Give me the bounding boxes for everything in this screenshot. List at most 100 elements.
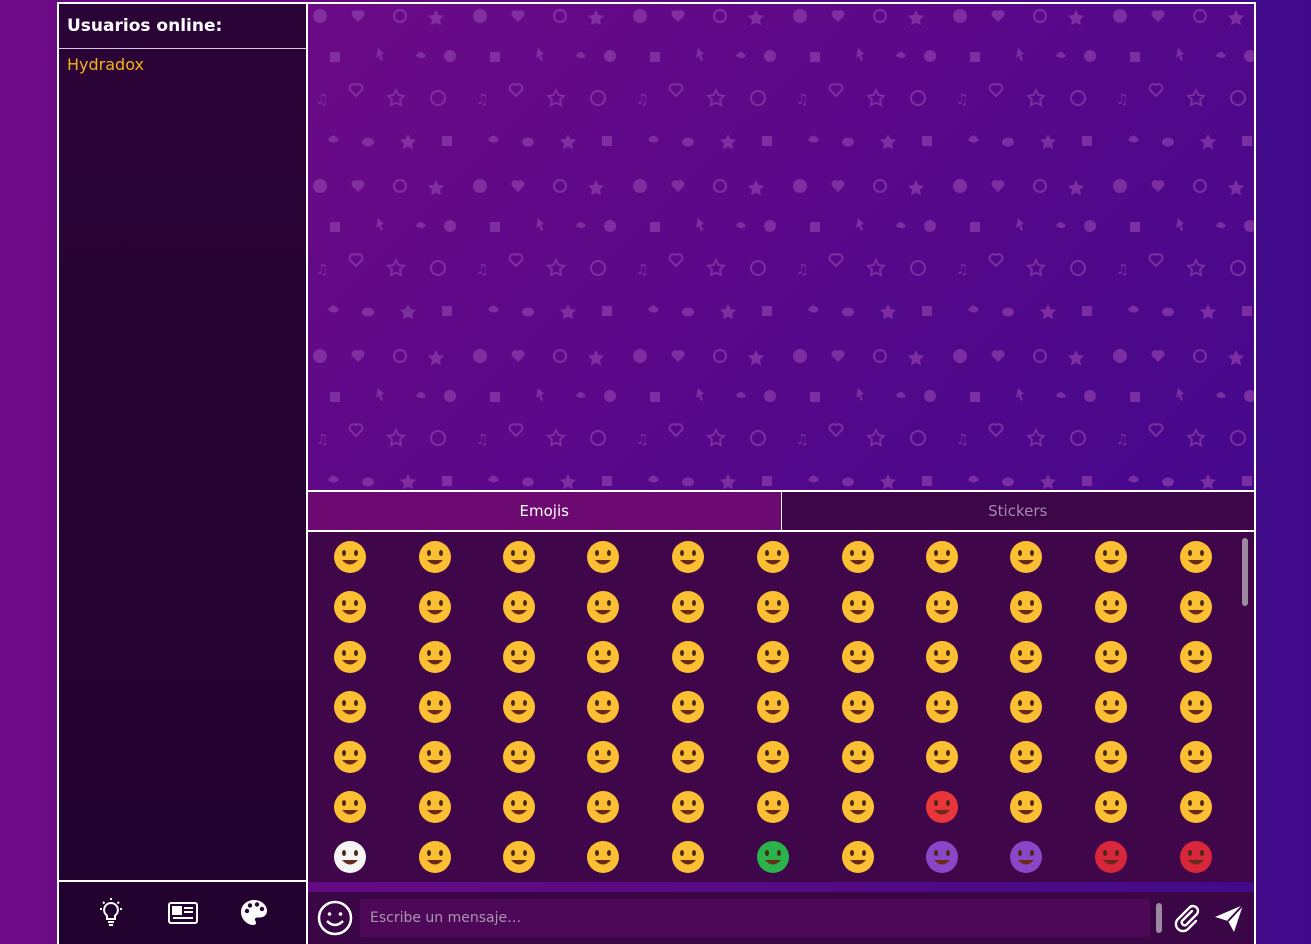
slight-smile-icon[interactable] xyxy=(833,582,883,632)
clown-icon[interactable] xyxy=(325,832,375,882)
sobbing-icon[interactable] xyxy=(1001,732,1051,782)
yum-icon[interactable] xyxy=(1171,532,1221,582)
emoji-grid xyxy=(308,532,1254,882)
rofl-icon[interactable] xyxy=(578,532,628,582)
sunglasses-icon[interactable] xyxy=(325,582,375,632)
drooling-icon[interactable] xyxy=(748,682,798,732)
grimacing-icon[interactable] xyxy=(494,782,544,832)
cold-sweat-icon[interactable] xyxy=(578,782,628,832)
grin-icon[interactable] xyxy=(663,532,713,582)
ogre-icon[interactable] xyxy=(1086,832,1136,882)
sidebar-toolbar xyxy=(59,880,306,944)
upside-down-icon[interactable] xyxy=(1171,682,1221,732)
panel-tabs: Emojis Stickers xyxy=(308,492,1254,532)
flushed-icon[interactable] xyxy=(748,782,798,832)
sneezing-icon[interactable] xyxy=(833,832,883,882)
sleepy-icon[interactable] xyxy=(1001,632,1051,682)
thermometer-icon[interactable] xyxy=(578,832,628,882)
mask-icon[interactable] xyxy=(494,832,544,882)
chat-messages-area[interactable]: ♫ xyxy=(308,4,1254,490)
tongue-icon[interactable] xyxy=(494,682,544,732)
emoji-scrollbar[interactable] xyxy=(1242,538,1248,606)
tab-emojis[interactable]: Emojis xyxy=(308,492,782,530)
disappointed-icon[interactable] xyxy=(663,732,713,782)
smiling-imp-icon[interactable] xyxy=(917,832,967,882)
tab-stickers[interactable]: Stickers xyxy=(781,492,1254,530)
user-item[interactable]: Hydradox xyxy=(67,55,298,74)
winking-tongue-2-icon[interactable] xyxy=(578,682,628,732)
tired-icon[interactable] xyxy=(1086,632,1136,682)
zipper-icon[interactable] xyxy=(833,632,883,682)
relieved-icon[interactable] xyxy=(325,682,375,732)
emoji-sticker-panel: Emojis Stickers xyxy=(308,490,1254,944)
exploding-head-icon[interactable] xyxy=(325,782,375,832)
open-mouth-icon[interactable] xyxy=(748,632,798,682)
frowning-open-icon[interactable] xyxy=(1086,732,1136,782)
newspaper-icon[interactable] xyxy=(163,893,203,933)
nauseated-icon[interactable] xyxy=(748,832,798,882)
eye-roll-icon[interactable] xyxy=(410,632,460,682)
joy-icon[interactable] xyxy=(494,532,544,582)
imp-icon[interactable] xyxy=(1001,832,1051,882)
chat-app: Usuarios online: Hydradox Emojis Sticker… xyxy=(57,2,1256,944)
hugging-icon[interactable] xyxy=(917,582,967,632)
grinning-icon[interactable] xyxy=(325,532,375,582)
expressionless-icon[interactable] xyxy=(1171,582,1221,632)
sidebar-title: Usuarios online: xyxy=(59,4,306,49)
confounded-icon[interactable] xyxy=(578,732,628,782)
kissing-icon[interactable] xyxy=(578,582,628,632)
main-panel: ♫ Emojis Sti xyxy=(308,4,1254,944)
nerd-icon[interactable] xyxy=(410,682,460,732)
send-icon[interactable] xyxy=(1208,897,1250,939)
halo-icon[interactable] xyxy=(1086,782,1136,832)
kissing-heart-icon[interactable] xyxy=(494,582,544,632)
lightbulb-icon[interactable] xyxy=(91,893,131,933)
hushed-icon[interactable] xyxy=(917,632,967,682)
palette-icon[interactable] xyxy=(234,893,274,933)
user-list: Hydradox xyxy=(59,49,306,80)
confused-icon[interactable] xyxy=(1086,682,1136,732)
pouting-icon[interactable] xyxy=(917,782,967,832)
steam-icon[interactable] xyxy=(833,732,883,782)
neutral-icon[interactable] xyxy=(1086,582,1136,632)
smirk-icon[interactable] xyxy=(494,632,544,682)
message-input[interactable] xyxy=(360,899,1150,937)
paperclip-icon[interactable] xyxy=(1166,897,1208,939)
money-mouth-icon[interactable] xyxy=(325,732,375,782)
frowning-icon[interactable] xyxy=(494,732,544,782)
grimace-icon[interactable] xyxy=(410,782,460,832)
angry-icon[interactable] xyxy=(1001,782,1051,832)
grinning-big-eyes-icon[interactable] xyxy=(410,532,460,582)
crying-icon[interactable] xyxy=(917,732,967,782)
message-composer xyxy=(308,892,1254,944)
sweat-icon[interactable] xyxy=(917,682,967,732)
kissing-smiling-icon[interactable] xyxy=(663,582,713,632)
scream-icon[interactable] xyxy=(663,782,713,832)
squinting-laugh-icon[interactable] xyxy=(917,532,967,582)
sad-relieved-icon[interactable] xyxy=(663,632,713,682)
bandage-icon[interactable] xyxy=(663,832,713,882)
pensive-icon[interactable] xyxy=(1001,682,1051,732)
cowboy-icon[interactable] xyxy=(1171,782,1221,832)
worried-icon[interactable] xyxy=(748,732,798,782)
kissing-closed-icon[interactable] xyxy=(748,582,798,632)
heart-eyes-icon[interactable] xyxy=(410,582,460,632)
no-mouth-icon[interactable] xyxy=(325,632,375,682)
sleeping-icon[interactable] xyxy=(1171,632,1221,682)
emoji-icon[interactable] xyxy=(314,897,356,939)
goblin-icon[interactable] xyxy=(1171,832,1221,882)
sweat-smile-icon[interactable] xyxy=(833,532,883,582)
background-pattern: ♫ xyxy=(308,4,1254,490)
dizzy-icon[interactable] xyxy=(833,782,883,832)
astonished-icon[interactable] xyxy=(410,732,460,782)
unamused-icon[interactable] xyxy=(833,682,883,732)
smiling-icon[interactable] xyxy=(1086,532,1136,582)
anguished-icon[interactable] xyxy=(1171,732,1221,782)
hand-over-mouth-icon[interactable] xyxy=(1001,582,1051,632)
input-divider xyxy=(1156,903,1162,933)
persevere-icon[interactable] xyxy=(578,632,628,682)
lying-icon[interactable] xyxy=(410,832,460,882)
beaming-icon[interactable] xyxy=(748,532,798,582)
squinting-tongue-icon[interactable] xyxy=(663,682,713,732)
winking-tongue-icon[interactable] xyxy=(1001,532,1051,582)
